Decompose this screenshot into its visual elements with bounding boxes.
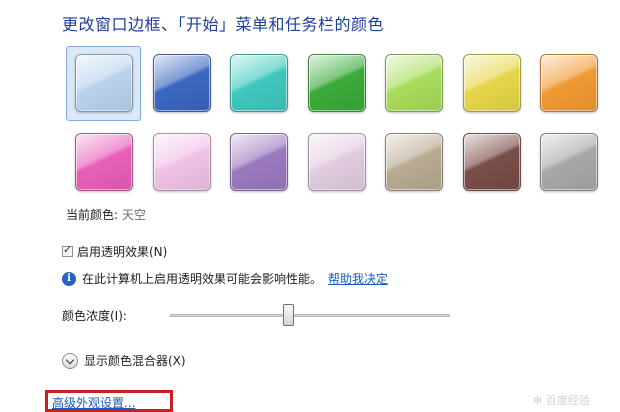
swatch-twilight[interactable]	[152, 54, 211, 112]
chevron-down-icon[interactable]	[62, 352, 78, 369]
current-color-value: 天空	[121, 208, 146, 222]
swatch-taupe[interactable]	[385, 133, 443, 191]
swatch-lime[interactable]	[385, 54, 443, 112]
transparency-checkbox[interactable]	[62, 243, 73, 257]
current-color-label: 当前颜色:	[66, 208, 119, 222]
swatch-leaf[interactable]	[307, 54, 366, 112]
swatch-lavender[interactable]	[307, 133, 366, 191]
swatch-slate[interactable]	[540, 133, 598, 191]
transparency-option[interactable]: 启用透明效果(N)	[62, 243, 167, 260]
watermark-logo: ✻ 百度经验	[533, 394, 590, 407]
show-color-mixer[interactable]: 显示颜色混合器(X)	[62, 352, 186, 369]
transparency-label[interactable]: 启用透明效果(N)	[77, 243, 167, 260]
intensity-label: 颜色浓度(I):	[62, 309, 127, 323]
swatch-sky[interactable]	[75, 54, 133, 112]
swatch-violet[interactable]	[230, 133, 288, 191]
help-me-decide-link[interactable]: 帮助我决定	[328, 270, 388, 287]
swatch-blush[interactable]	[75, 133, 133, 191]
transparency-info: i 在此计算机上启用透明效果可能会影响性能。 帮助我决定	[62, 270, 388, 287]
show-color-mixer-label[interactable]: 显示颜色混合器(X)	[84, 352, 186, 369]
swatch-chocolate[interactable]	[462, 133, 521, 191]
swatch-lightning[interactable]	[462, 54, 521, 112]
info-icon: i	[62, 271, 76, 286]
swatch-bubblegum[interactable]	[152, 133, 211, 191]
swatch-pumpkin[interactable]	[540, 54, 598, 112]
page-title: 更改窗口边框、「开始」菜单和任务栏的颜色	[62, 15, 385, 34]
current-color: 当前颜色: 天空	[66, 206, 146, 223]
info-text: 在此计算机上启用透明效果可能会影响性能。	[82, 272, 323, 286]
swatch-sea[interactable]	[230, 54, 288, 112]
intensity-slider-track[interactable]	[170, 314, 450, 317]
intensity-slider-thumb[interactable]	[282, 304, 294, 326]
